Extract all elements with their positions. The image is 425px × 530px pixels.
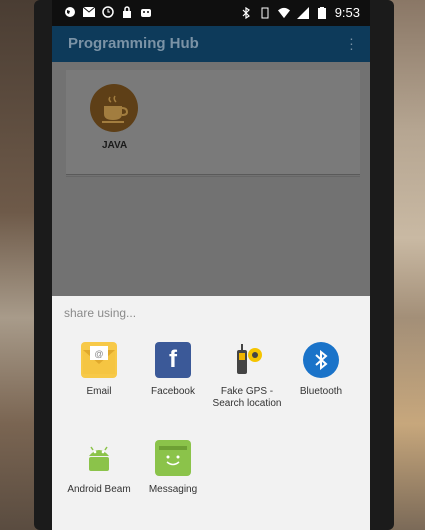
wifi-icon <box>277 7 290 19</box>
share-app-bluetooth[interactable]: Bluetooth <box>282 342 360 398</box>
android-icon <box>81 440 117 476</box>
main-content: JAVA <box>52 62 370 296</box>
more-vert-icon[interactable]: · · · <box>348 31 354 55</box>
status-bar: 9:53 <box>52 0 370 26</box>
app-title: Programming Hub <box>68 35 199 52</box>
share-sheet-title: share using... <box>64 306 137 320</box>
screen: 9:53 Programming Hub · · · JAVA share usin… <box>52 0 370 530</box>
app-label: Facebook <box>151 386 195 397</box>
java-cup-icon <box>102 95 129 123</box>
android-status-icon <box>140 6 152 18</box>
app-label: Bluetooth <box>299 386 343 397</box>
vibrate-icon <box>259 7 271 19</box>
email-icon: @ <box>81 342 117 378</box>
share-app-fake-gps[interactable]: Fake GPS - Search location <box>208 342 286 410</box>
signal-icon <box>296 6 309 19</box>
course-card-java[interactable]: JAVA <box>66 70 360 175</box>
mail-icon <box>83 6 95 18</box>
globe-icon <box>64 6 76 18</box>
java-course-icon <box>90 84 138 132</box>
app-label: Email <box>86 386 112 397</box>
battery-icon <box>316 6 328 19</box>
share-app-email[interactable]: @ Email <box>60 342 138 398</box>
app-label: Fake GPS - Search location <box>212 386 282 409</box>
gps-device-icon <box>229 342 265 378</box>
bluetooth-status-icon <box>240 6 252 19</box>
bluetooth-icon <box>303 342 339 378</box>
svg-text:@: @ <box>94 349 103 359</box>
divider <box>66 176 360 177</box>
lock-icon <box>121 6 133 18</box>
app-label: Messaging <box>148 484 198 495</box>
share-sheet: share using... @ Email f Facebook Fake G… <box>52 296 370 530</box>
app-label: Android Beam <box>67 484 131 495</box>
facebook-icon: f <box>155 342 191 378</box>
clock: 9:53 <box>334 5 360 20</box>
share-app-messaging[interactable]: Messaging <box>134 440 212 496</box>
app-bar: Programming Hub · · · <box>52 26 370 62</box>
share-app-android-beam[interactable]: Android Beam <box>60 440 138 496</box>
messaging-icon <box>155 440 191 476</box>
share-app-facebook[interactable]: f Facebook <box>134 342 212 398</box>
alarm-icon <box>102 6 114 18</box>
course-label: JAVA <box>102 140 128 151</box>
